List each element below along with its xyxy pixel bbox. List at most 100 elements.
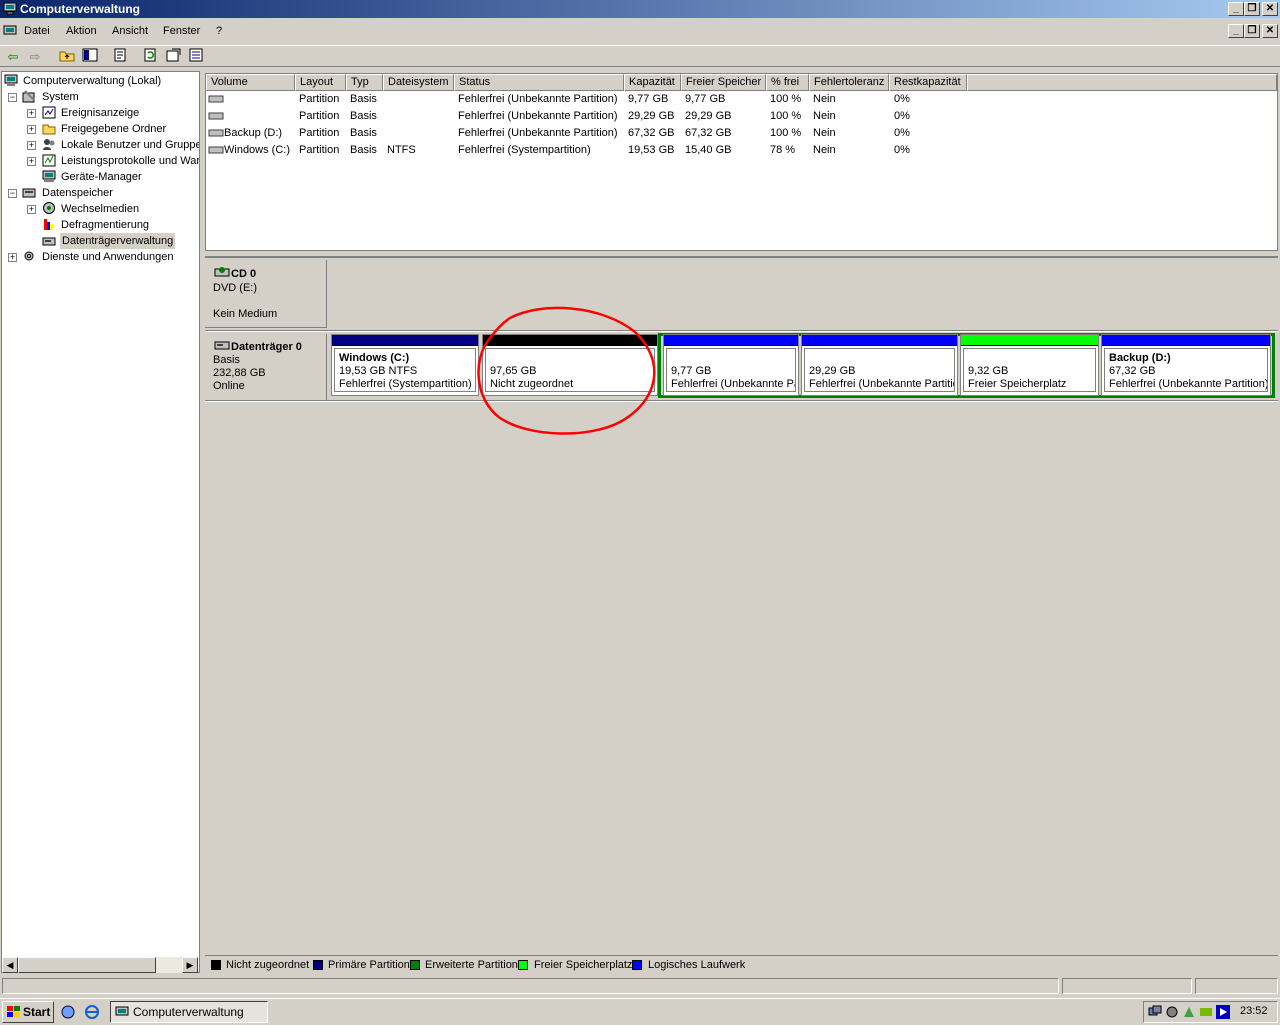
partition-bar: [961, 335, 1098, 346]
partition-title: [968, 352, 1091, 365]
properties-icon[interactable]: [110, 48, 130, 66]
tree-item-system[interactable]: System: [42, 89, 79, 105]
tree-item-ereignisanzeige[interactable]: Ereignisanzeige: [61, 105, 139, 121]
col-dateisystem[interactable]: Dateisystem: [383, 74, 454, 91]
menu-fenster[interactable]: Fenster: [163, 25, 200, 37]
table-cell: Nein: [813, 127, 836, 139]
tree-item-dienste[interactable]: Dienste und Anwendungen: [42, 249, 174, 265]
menu-help[interactable]: ?: [216, 25, 222, 37]
forward-arrow-icon[interactable]: ⇨: [25, 48, 45, 66]
scroll-left-icon[interactable]: ◀: [2, 957, 18, 973]
scroll-right-icon[interactable]: ▶: [182, 957, 198, 973]
table-row[interactable]: Partition Basis Fehlerfrei (Unbekannte Par…: [206, 91, 1277, 108]
back-arrow-icon[interactable]: ⇦: [3, 48, 23, 66]
expand-ereignis[interactable]: +: [27, 109, 36, 118]
quicklaunch-desktop-icon[interactable]: [60, 1004, 76, 1023]
col-restkapazitaet[interactable]: Restkapazität: [889, 74, 967, 91]
table-cell: 78 %: [770, 144, 796, 156]
tray-nvidia-icon[interactable]: [1199, 1005, 1213, 1022]
minimize-button[interactable]: _: [1228, 2, 1244, 16]
show-hide-tree-icon[interactable]: [80, 48, 100, 66]
partition-unknown-1[interactable]: 9,77 GB Fehlerfrei (Unbekannte Partition…: [663, 334, 799, 396]
partition-size: 19,53 GB NTFS: [339, 365, 418, 377]
restore-button[interactable]: ❐: [1244, 2, 1260, 16]
quicklaunch-ie-icon[interactable]: [84, 1004, 100, 1023]
table-cell: Partition: [299, 127, 340, 139]
tree-item-datenspeicher[interactable]: Datenspeicher: [42, 185, 113, 201]
col-fehlertoleranz[interactable]: Fehlertoleranz: [809, 74, 889, 91]
scroll-thumb[interactable]: [18, 957, 156, 973]
tray-app-icon[interactable]: [1182, 1005, 1196, 1022]
expand-dienste[interactable]: +: [8, 253, 17, 262]
partition-status: Freier Speicherplatz: [968, 378, 1067, 390]
partition-unknown-2[interactable]: 29,29 GB Fehlerfrei (Unbekannte Partitio…: [801, 334, 958, 396]
expand-leistung[interactable]: +: [27, 157, 36, 166]
legend-swatch-free: [518, 960, 528, 970]
taskbar-item-computerverwaltung[interactable]: Computerverwaltung: [110, 1001, 268, 1023]
tree-root[interactable]: Computerverwaltung (Lokal): [23, 73, 161, 89]
system-tray: 23:52: [1143, 1001, 1278, 1023]
volume-drive-icon: [208, 110, 224, 125]
window-title: Computerverwaltung: [20, 2, 141, 16]
tray-media-icon[interactable]: [1216, 1005, 1230, 1022]
menu-aktion[interactable]: Aktion: [66, 25, 97, 37]
cd0-status: Kein Medium: [213, 308, 278, 320]
expand-wechselmedien[interactable]: +: [27, 205, 36, 214]
table-row[interactable]: Windows (C:) Partition Basis NTFS Fehlerfrei…: [206, 142, 1277, 159]
table-cell: 15,40 GB: [685, 144, 732, 156]
disk0-status: Online: [213, 380, 245, 392]
col-status[interactable]: Status: [454, 74, 624, 91]
tray-clock[interactable]: 23:52: [1240, 1005, 1268, 1017]
col-typ[interactable]: Typ: [346, 74, 383, 91]
tree-item-freigegebene-ordner[interactable]: Freigegebene Ordner: [61, 121, 166, 137]
close-button[interactable]: ✕: [1262, 2, 1278, 16]
legend-free: Freier Speicherplatz: [534, 959, 633, 971]
tree-item-defragmentierung[interactable]: Defragmentierung: [61, 217, 149, 233]
table-cell: Partition: [299, 93, 340, 105]
start-button[interactable]: Start: [2, 1001, 54, 1023]
computer-management-icon: [3, 2, 17, 15]
child-restore-button[interactable]: ❐: [1244, 24, 1260, 38]
col-freier-speicher[interactable]: Freier Speicher: [681, 74, 766, 91]
export-list-icon[interactable]: [163, 48, 183, 66]
partition-title: Backup (D:): [1109, 352, 1171, 364]
expand-freigabe[interactable]: +: [27, 125, 36, 134]
tree-item-geraete-manager[interactable]: Geräte-Manager: [61, 169, 142, 185]
tray-network-icon[interactable]: [1148, 1005, 1162, 1022]
expand-benutzer[interactable]: +: [27, 141, 36, 150]
col-kapazitaet[interactable]: Kapazität: [624, 74, 681, 91]
tree-item-leistungsprotokolle[interactable]: Leistungsprotokolle und Warnungen: [61, 153, 199, 169]
partition-free-space[interactable]: 9,32 GB Freier Speicherplatz: [960, 334, 1099, 396]
tree-item-wechselmedien[interactable]: Wechselmedien: [61, 201, 139, 217]
col-prozent-frei[interactable]: % frei: [766, 74, 809, 91]
table-row[interactable]: Backup (D:) Partition Basis Fehlerfrei (Unb…: [206, 125, 1277, 142]
menu-datei[interactable]: Datei: [24, 25, 50, 37]
partition-backup-d[interactable]: Backup (D:) 67,32 GB Fehlerfrei (Unbekan…: [1101, 334, 1271, 396]
partition-windows-c[interactable]: Windows (C:) 19,53 GB NTFS Fehlerfrei (S…: [331, 334, 479, 396]
collapse-system[interactable]: −: [8, 93, 17, 102]
disk0-size: 232,88 GB: [213, 367, 266, 379]
table-cell: Basis: [350, 144, 377, 156]
refresh-icon[interactable]: [140, 48, 160, 66]
menu-ansicht[interactable]: Ansicht: [112, 25, 148, 37]
table-row[interactable]: Partition Basis Fehlerfrei (Unbekannte Par…: [206, 108, 1277, 125]
child-close-button[interactable]: ✕: [1262, 24, 1278, 38]
col-volume[interactable]: Volume: [206, 74, 295, 91]
help-icon[interactable]: [186, 48, 206, 66]
tray-volume-icon[interactable]: [1165, 1005, 1179, 1022]
up-folder-icon[interactable]: [57, 48, 77, 66]
menu-bar: Datei Aktion Ansicht Fenster ? _ ❐ ✕: [0, 22, 1280, 42]
table-cell: 0%: [894, 93, 910, 105]
tree-item-datentraegerverwaltung[interactable]: Datenträgerverwaltung: [60, 233, 176, 249]
disk0-label-panel[interactable]: Datenträger 0 Basis 232,88 GB Online: [205, 334, 327, 400]
tree-horizontal-scrollbar[interactable]: ◀ ▶: [2, 957, 198, 973]
cd0-label-panel[interactable]: CD 0 DVD (E:) Kein Medium: [205, 260, 327, 328]
col-layout[interactable]: Layout: [295, 74, 346, 91]
title-bar[interactable]: Computerverwaltung _ ❐ ✕: [0, 0, 1280, 18]
child-minimize-button[interactable]: _: [1228, 24, 1244, 38]
tree-item-lokale-benutzer[interactable]: Lokale Benutzer und Gruppen: [61, 137, 199, 153]
collapse-datenspeicher[interactable]: −: [8, 189, 17, 198]
legend-swatch-primary: [313, 960, 323, 970]
volume-drive-icon: [208, 144, 224, 159]
volume-drive-icon: [208, 127, 224, 142]
